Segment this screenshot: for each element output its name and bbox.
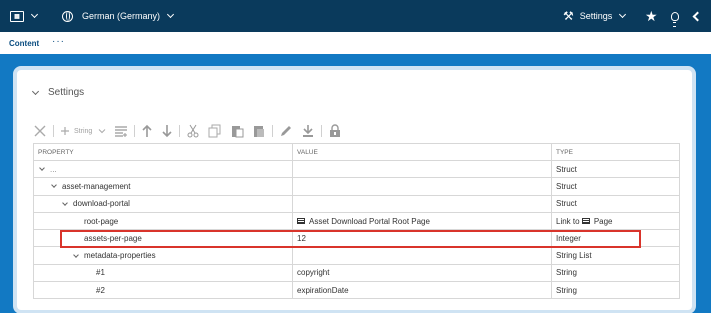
property-value[interactable] (292, 246, 552, 265)
property-type: String (551, 263, 680, 283)
properties-table: PROPERTY VALUE TYPE ... Struct asset-man… (33, 143, 680, 300)
copy-icon[interactable] (208, 123, 222, 139)
chevron-down-icon[interactable] (98, 123, 106, 139)
column-header-type[interactable]: TYPE (551, 143, 680, 161)
property-value: Asset Download Portal Root Page (309, 216, 430, 226)
type-prefix: Link to (556, 216, 580, 226)
globe-icon (62, 10, 73, 22)
divider (179, 125, 181, 137)
move-up-icon[interactable] (141, 123, 153, 139)
column-header-property[interactable]: PROPERTY (33, 143, 293, 161)
page-icon (581, 218, 590, 225)
property-value-cell[interactable]: Asset Download Portal Root Page (292, 211, 552, 231)
move-down-icon[interactable] (161, 123, 173, 139)
property-name: asset-management (62, 181, 131, 191)
lightbulb-icon[interactable] (671, 0, 681, 32)
chevron-down-icon (31, 87, 40, 95)
property-value[interactable]: expirationDate (292, 281, 552, 300)
add-type-label[interactable]: String (74, 123, 92, 139)
list-add-icon[interactable] (114, 123, 128, 139)
chevron-down-icon[interactable] (39, 165, 45, 171)
top-bar: ▦ German (Germany) ⚒ Settings ★ (0, 0, 711, 32)
property-value[interactable] (292, 194, 552, 213)
settings-menu[interactable]: ⚒ Settings (563, 0, 627, 32)
property-value[interactable]: copyright (292, 263, 552, 283)
paste-special-icon[interactable] (252, 123, 266, 139)
star-icon[interactable]: ★ (645, 0, 658, 32)
divider (53, 125, 54, 137)
property-type: Struct (551, 194, 680, 213)
table-row[interactable]: #2 expirationDate String (33, 281, 680, 300)
add-icon[interactable] (60, 123, 70, 139)
divider (321, 125, 323, 137)
property-type: Struct (551, 177, 680, 196)
app-switcher-icon[interactable]: ▦ (10, 0, 24, 32)
cut-icon[interactable] (186, 123, 200, 139)
tab-content[interactable]: Content (9, 39, 39, 48)
property-name: assets-per-page (84, 233, 142, 243)
property-name: download-portal (73, 199, 130, 209)
table-header: PROPERTY VALUE TYPE (33, 143, 680, 161)
table-row[interactable]: ... Struct (33, 159, 680, 179)
property-name: ... (50, 164, 57, 174)
divider (272, 125, 274, 137)
language-label: German (Germany) (82, 11, 161, 21)
divider (134, 125, 136, 137)
table-row[interactable]: root-page Asset Download Portal Root Pag… (33, 211, 680, 231)
property-name: #1 (96, 268, 105, 278)
more-icon[interactable]: ··· (52, 36, 65, 47)
chevron-down-icon (166, 10, 175, 19)
workspace: Settings String PROPERTY VALUE TYPE ... … (0, 54, 711, 313)
property-value[interactable] (292, 159, 552, 179)
edit-icon[interactable] (279, 123, 293, 139)
property-value[interactable]: 12 (292, 229, 552, 248)
tab-bar: Content ··· (0, 32, 711, 54)
property-type: String (551, 281, 680, 300)
tools-icon: ⚒ (563, 9, 574, 23)
table-row[interactable]: metadata-properties String List (33, 246, 680, 265)
property-value[interactable] (292, 177, 552, 196)
property-name: metadata-properties (84, 251, 156, 261)
lock-icon[interactable] (328, 123, 342, 139)
chevron-down-icon[interactable] (51, 182, 57, 189)
paste-icon[interactable] (230, 123, 244, 139)
section-title: Settings (48, 87, 85, 98)
chevron-down-icon[interactable] (30, 0, 39, 32)
property-name: root-page (84, 216, 119, 226)
page-icon (297, 218, 305, 225)
back-icon[interactable] (692, 0, 703, 32)
delete-icon[interactable] (33, 123, 47, 139)
chevron-down-icon[interactable] (62, 199, 68, 206)
language-selector[interactable]: German (Germany) (62, 0, 175, 32)
chevron-down-icon (619, 10, 627, 19)
table-row[interactable]: asset-management Struct (33, 177, 680, 196)
settings-label: Settings (579, 11, 613, 21)
property-type: String List (551, 246, 680, 265)
property-type: Integer (551, 229, 680, 248)
settings-panel: Settings String PROPERTY VALUE TYPE ... … (13, 66, 696, 313)
chevron-down-icon[interactable] (73, 251, 79, 258)
table-row[interactable]: download-portal Struct (33, 194, 680, 213)
property-type: Page (593, 216, 613, 226)
table-row[interactable]: #1 copyright String (33, 263, 680, 283)
property-type-cell: Link to Page (551, 211, 680, 231)
property-name: #2 (96, 285, 105, 295)
column-header-value[interactable]: VALUE (292, 143, 552, 161)
table-row[interactable]: assets-per-page 12 Integer (33, 229, 680, 248)
property-type: Struct (551, 159, 680, 179)
toolbar: String (33, 123, 342, 139)
section-header[interactable]: Settings (31, 87, 85, 98)
download-icon[interactable] (301, 123, 315, 139)
